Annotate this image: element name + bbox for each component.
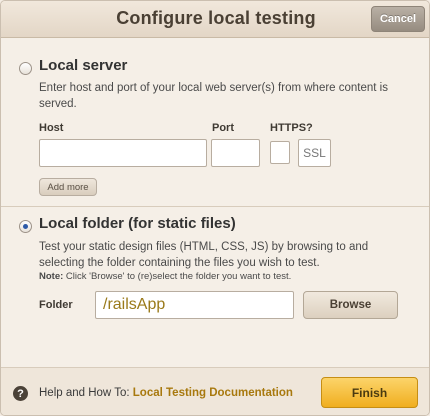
dialog-footer: ? Help and How To: Local Testing Documen… (1, 367, 429, 415)
help-text: Help and How To: Local Testing Documenta… (39, 387, 293, 399)
folder-label: Folder (39, 299, 73, 311)
local-testing-documentation-link[interactable]: Local Testing Documentation (133, 387, 293, 399)
folder-input[interactable]: /railsApp (95, 291, 294, 319)
host-label: Host (39, 122, 64, 134)
section-divider (1, 206, 429, 207)
browse-button[interactable]: Browse (303, 291, 398, 319)
ssl-field[interactable]: SSL (298, 139, 331, 167)
local-folder-description: Test your static design files (HTML, CSS… (39, 241, 369, 269)
cancel-button[interactable]: Cancel (371, 6, 425, 32)
add-more-button[interactable]: Add more (39, 178, 97, 196)
port-label: Port (212, 122, 234, 134)
local-folder-radio[interactable] (19, 220, 32, 233)
local-server-heading: Local server (39, 57, 128, 74)
https-checkbox[interactable] (270, 141, 290, 164)
dialog-title: Configure local testing (116, 8, 316, 28)
finish-button[interactable]: Finish (321, 377, 418, 408)
local-folder-heading: Local folder (for static files) (39, 215, 236, 232)
host-input[interactable] (39, 139, 207, 167)
help-prefix: Help and How To: (39, 387, 130, 399)
note-prefix: Note: (39, 271, 64, 282)
local-server-radio[interactable] (19, 62, 32, 75)
note-text: Click 'Browse' to (re)select the folder … (65, 271, 292, 282)
local-folder-note: Note: Click 'Browse' to (re)select the f… (39, 271, 409, 282)
configure-local-testing-dialog: Configure local testing Cancel Local ser… (0, 0, 430, 416)
local-server-description: Enter host and port of your local web se… (39, 82, 388, 110)
dialog-titlebar: Configure local testing Cancel (1, 1, 429, 38)
port-input[interactable] (211, 139, 260, 167)
https-label: HTTPS? (270, 122, 313, 134)
help-icon: ? (13, 386, 28, 401)
